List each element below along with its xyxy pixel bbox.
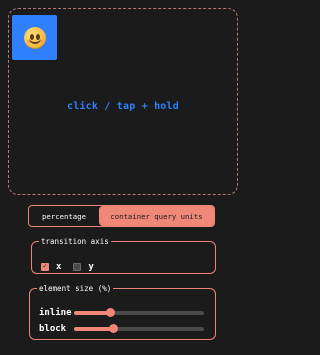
block-slider[interactable]: [74, 323, 204, 333]
inline-slider-fill: [74, 310, 111, 315]
smiling-face-icon: [23, 26, 46, 49]
block-label: block: [39, 323, 67, 334]
element-size-group: element size (%) inline block: [29, 285, 216, 340]
checkmark-icon: ✓: [42, 262, 48, 270]
transition-axis-group: transition axis ✓ x y: [31, 238, 216, 274]
x-checkbox[interactable]: ✓: [41, 262, 49, 271]
inline-label: inline: [39, 307, 72, 318]
x-label: x: [56, 261, 62, 272]
y-checkbox[interactable]: [73, 262, 82, 271]
unit-toggle[interactable]: percentage container query units: [28, 205, 215, 227]
block-slider-fill: [74, 326, 113, 331]
block-slider-thumb[interactable]: [108, 323, 118, 333]
container-query-units-option[interactable]: container query units: [99, 206, 214, 226]
stage-hint: click / tap + hold: [67, 101, 179, 112]
interaction-stage[interactable]: click / tap + hold: [8, 8, 238, 195]
y-label: y: [88, 261, 94, 272]
percentage-option[interactable]: percentage: [29, 206, 99, 226]
inline-slider-thumb[interactable]: [105, 307, 115, 317]
inline-slider[interactable]: [74, 307, 204, 317]
element-size-legend: element size (%): [39, 284, 112, 293]
transition-axis-legend: transition axis: [41, 237, 109, 246]
avatar-tile: [12, 15, 57, 60]
